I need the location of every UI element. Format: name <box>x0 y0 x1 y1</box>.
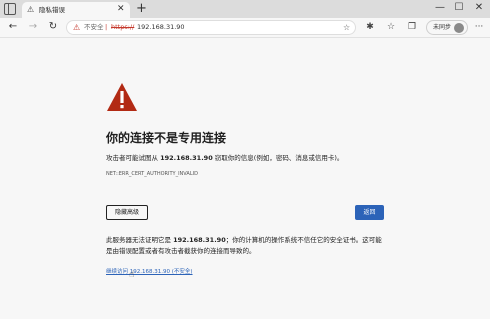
proceed-unsafe-link[interactable]: 继续访问 192.168.31.90 (不安全) <box>106 268 193 277</box>
host-name: 192.168.31.90 <box>160 154 213 162</box>
warning-icon: ⚠ <box>27 5 35 14</box>
warning-triangle-icon <box>107 83 137 111</box>
address-separator: | <box>105 23 108 31</box>
maximize-button[interactable]: ☐ <box>449 1 469 15</box>
back-button[interactable]: ← <box>6 20 20 34</box>
toolbar: ← → ↻ ⚠ 不安全 | https:// 192.168.31.90 ☆ ✱… <box>0 18 490 38</box>
tab-strip: ⚠ 隐私错误 ✕ + — ☐ ✕ <box>0 0 490 18</box>
collections-icon[interactable]: ❐ <box>405 21 419 34</box>
favorite-star-icon[interactable]: ☆ <box>343 21 350 34</box>
favorites-icon[interactable]: ☆ <box>384 21 398 34</box>
sync-label: 未同步 <box>433 24 452 31</box>
page-title: 你的连接不是专用连接 <box>106 131 227 145</box>
pointer-cursor-icon: ☝ <box>129 270 135 280</box>
minimize-button[interactable]: — <box>430 1 450 15</box>
close-window-button[interactable]: ✕ <box>469 1 489 15</box>
sync-button[interactable]: 未同步 <box>426 20 468 35</box>
url-host: 192.168.31.90 <box>137 23 185 31</box>
tab-title: 隐私错误 <box>39 6 65 14</box>
hide-advanced-button[interactable]: 隐藏高级 <box>106 205 148 220</box>
error-code: NET::ERR_CERT_AUTHORITY_INVALID <box>106 171 198 177</box>
certificate-details: 此服务器无法证明它是 192.168.31.90；你的计算机的操作系统不信任它的… <box>106 236 382 255</box>
tab-privacy-error[interactable]: ⚠ 隐私错误 ✕ <box>22 2 130 18</box>
host-name: 192.168.31.90 <box>173 236 226 244</box>
more-menu-icon[interactable]: ··· <box>472 21 486 34</box>
not-secure-label[interactable]: 不安全 <box>84 21 104 34</box>
new-tab-button[interactable]: + <box>136 1 147 16</box>
address-bar[interactable]: ⚠ 不安全 | https:// 192.168.31.90 ☆ <box>66 20 356 35</box>
back-to-safety-button[interactable]: 返回 <box>355 205 384 220</box>
tab-actions-icon[interactable] <box>4 3 16 15</box>
warning-icon[interactable]: ⚠ <box>73 21 80 34</box>
avatar <box>454 23 464 33</box>
url-scheme: https:// <box>111 23 135 31</box>
extensions-icon[interactable]: ✱ <box>363 21 377 34</box>
forward-button[interactable]: → <box>26 20 40 34</box>
close-tab-icon[interactable]: ✕ <box>117 4 125 15</box>
attack-description: 攻击者可能试图从 192.168.31.90 窃取你的信息(例如，密码、消息或信… <box>106 154 344 162</box>
refresh-button[interactable]: ↻ <box>46 20 60 34</box>
